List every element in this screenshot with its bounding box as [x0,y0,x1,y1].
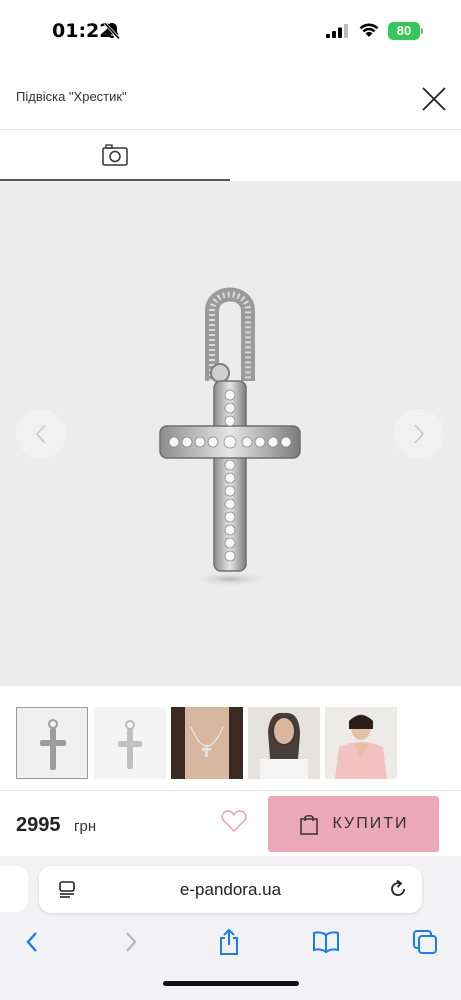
tabs-button[interactable] [411,928,439,956]
camera-icon [102,144,128,166]
price-currency: грн [74,818,97,835]
reload-icon[interactable] [388,879,408,899]
chevron-right-icon [126,932,137,952]
share-button[interactable] [215,928,243,956]
buy-button[interactable]: КУПИТИ [268,796,439,852]
shopping-bag-icon [299,815,318,835]
page-title: Підвіска "Хрестик" [16,89,127,104]
address-bar[interactable]: e-pandora.ua [39,866,422,913]
wifi-icon [359,23,379,37]
bookmarks-button[interactable] [312,928,340,956]
purchase-bar: 2995 грн КУПИТИ [0,790,461,856]
tab-photos[interactable] [0,131,230,181]
thumbnail-cross-front [17,708,87,778]
media-tabs [0,131,461,181]
thumbnail-2[interactable] [94,707,166,779]
buy-button-label: КУПИТИ [332,815,409,832]
heart-icon[interactable] [221,809,247,833]
thumbnail-model-pink [325,707,397,779]
product-image[interactable] [0,181,461,686]
product-page: 01:22 80 Підвіска "Хрестик" 2995 грн КУП… [0,0,461,1000]
forward-button[interactable] [117,928,145,956]
bell-muted-icon [104,22,120,40]
thumbnail-model-neck [171,707,243,779]
previous-image-button[interactable] [16,409,66,459]
cross-pendant-image [159,287,301,587]
home-indicator [163,981,299,986]
close-icon[interactable] [419,84,449,114]
product-header: Підвіска "Хрестик" [0,62,461,130]
thumbnail-model-portrait [248,707,320,779]
thumbnail-5[interactable] [325,707,397,779]
share-icon [220,928,238,955]
chevron-left-icon [35,424,46,444]
battery-tip [421,28,423,34]
thumbnail-3[interactable] [171,707,243,779]
url-text: e-pandora.ua [179,880,282,899]
book-icon [313,931,339,953]
thumbnail-strip [0,700,461,782]
status-bar: 01:22 80 [0,0,461,62]
thumbnail-1[interactable] [16,707,88,779]
tabs-icon [413,930,437,954]
thumbnail-cross-back [94,707,166,779]
signal-icon [326,24,348,38]
product-price: 2995 [16,814,61,836]
chevron-right-icon [414,424,425,444]
thumbnail-4[interactable] [248,707,320,779]
browser-bar: e-pandora.ua [0,856,461,1000]
back-button[interactable] [18,928,46,956]
chevron-left-icon [26,932,37,952]
battery-indicator: 80 [388,22,420,40]
previous-tab-edge[interactable] [0,866,28,912]
next-image-button[interactable] [394,409,444,459]
